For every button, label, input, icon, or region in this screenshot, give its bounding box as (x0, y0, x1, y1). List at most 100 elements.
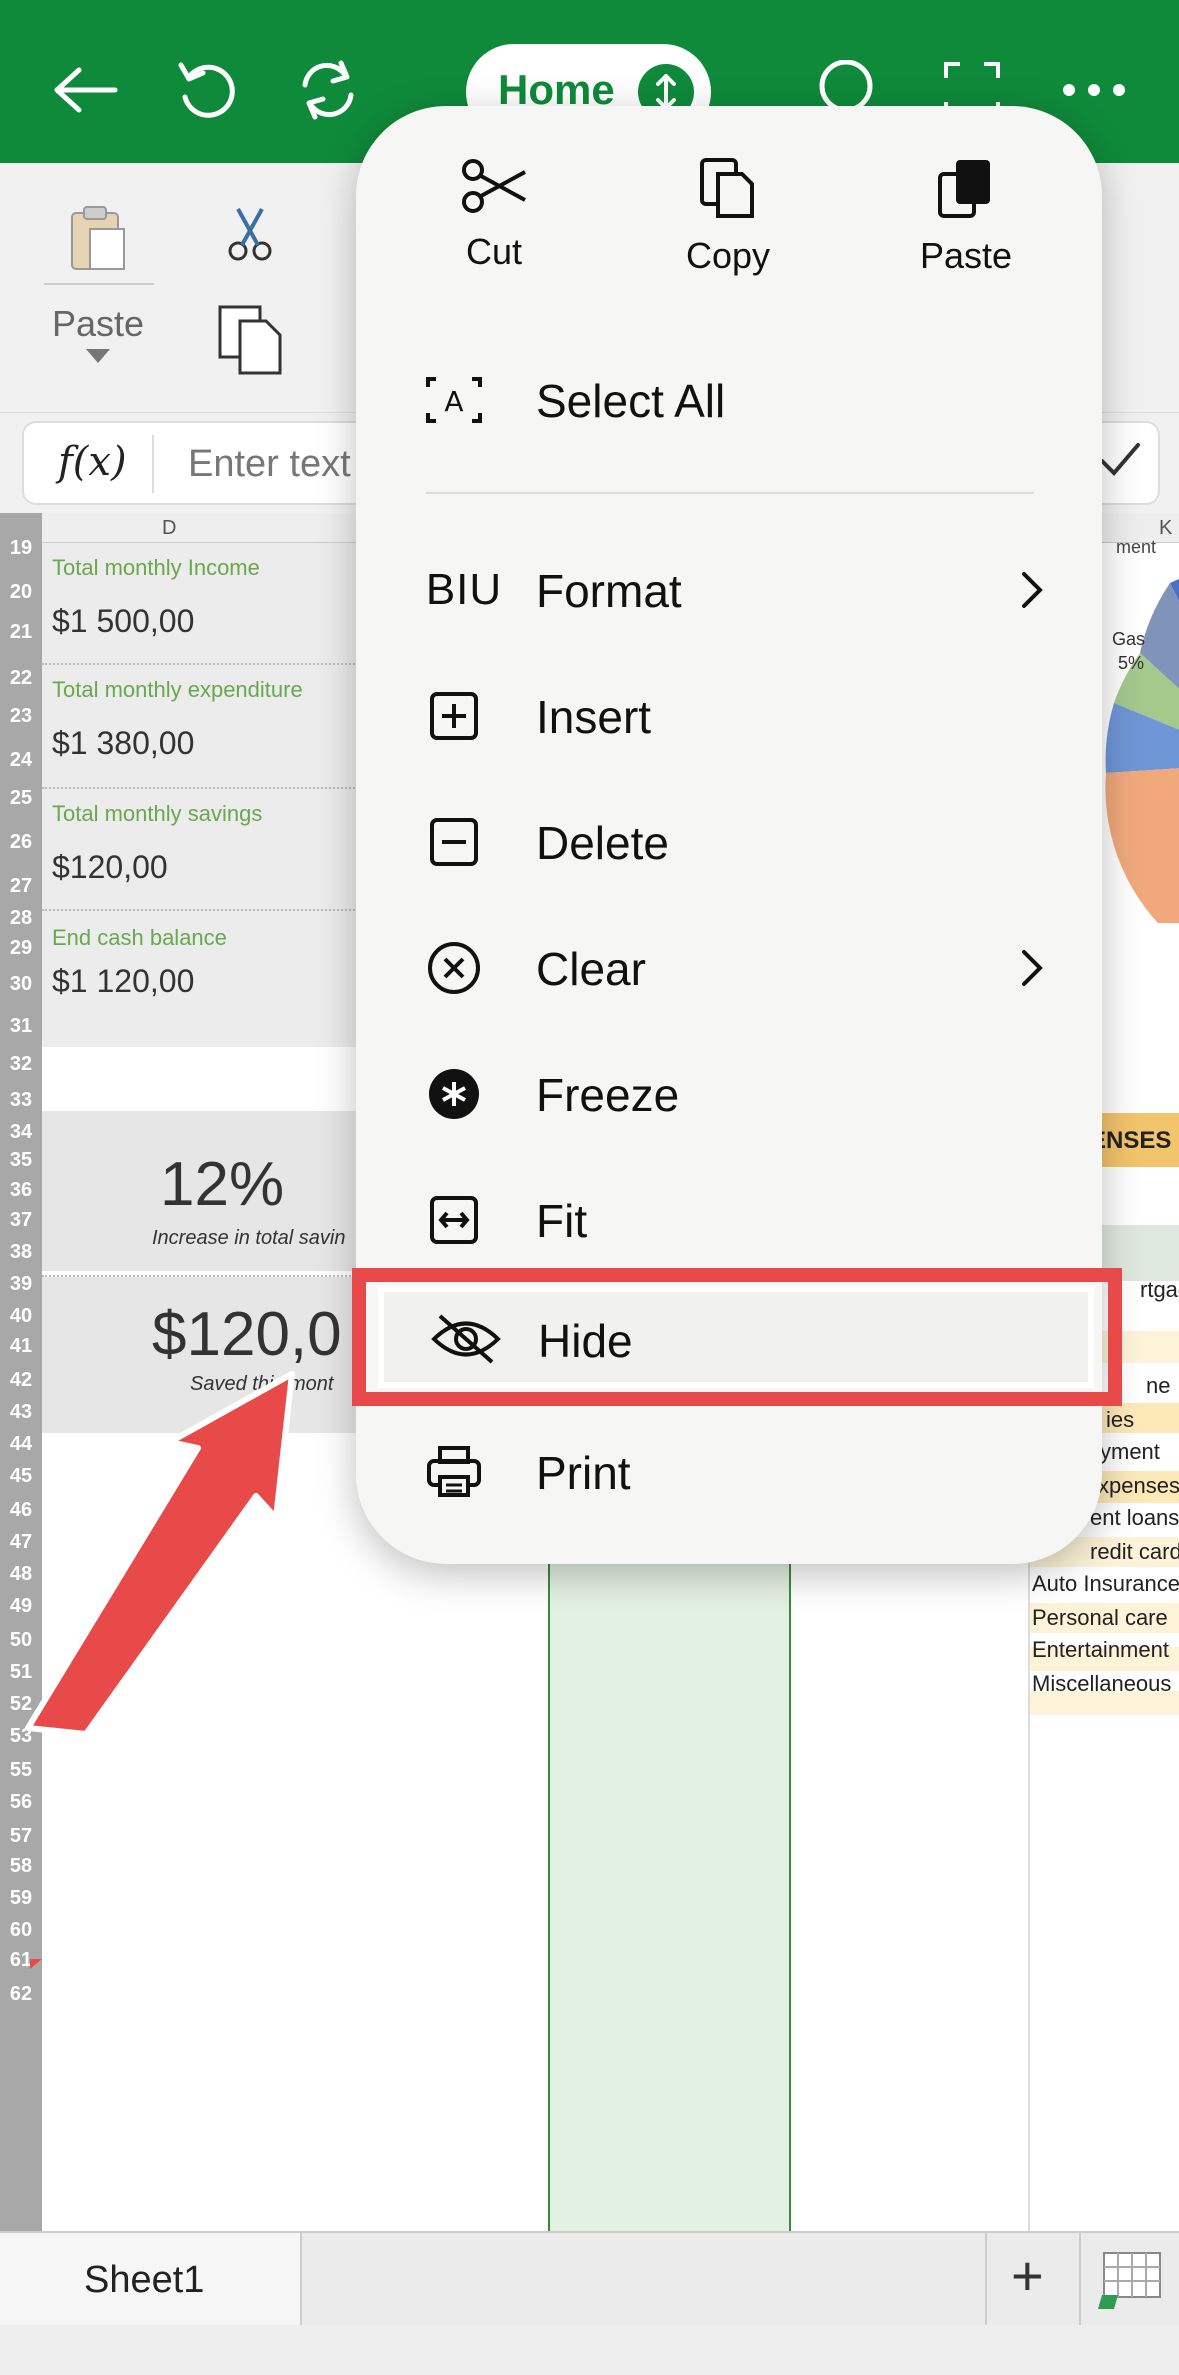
menu-item-select-all[interactable]: A Select All (356, 340, 1102, 460)
row-header[interactable]: 34 (0, 1121, 42, 1144)
chevron-right-icon (1020, 948, 1044, 993)
add-sheet-button[interactable]: + (985, 2233, 1081, 2327)
paste-label: Paste (919, 235, 1013, 276)
select-all-icon: A (424, 370, 484, 430)
menu-item-format[interactable]: BIU Format (356, 530, 1102, 650)
row-header[interactable]: 58 (0, 1855, 42, 1878)
row-header[interactable]: 59 (0, 1887, 42, 1910)
copy-label: Copy (685, 235, 771, 276)
expense-item[interactable]: Entertainment (1032, 1637, 1179, 1663)
freeze-asterisk-icon (424, 1064, 484, 1124)
summary-value[interactable]: $1 120,00 (52, 963, 194, 1000)
formula-separator (152, 435, 154, 493)
row-header[interactable]: 23 (0, 705, 42, 728)
paste-button[interactable]: Paste (866, 156, 1066, 277)
copy-button[interactable]: Copy (628, 156, 828, 277)
row-header[interactable]: 55 (0, 1759, 42, 1782)
expense-item[interactable]: Miscellaneous (1032, 1671, 1179, 1697)
sheet-tab[interactable]: Sheet1 (0, 2233, 302, 2327)
bottom-safe-area (0, 2325, 1179, 2375)
formula-input[interactable]: Enter text (188, 443, 351, 486)
row-header[interactable]: 31 (0, 1015, 42, 1038)
undo-icon[interactable] (166, 50, 246, 130)
paste-label[interactable]: Paste (52, 303, 144, 345)
expense-item[interactable]: xpenses (1098, 1473, 1179, 1499)
menu-item-delete[interactable]: Delete (356, 782, 1102, 902)
format-biu-icon: BIU (425, 565, 503, 614)
row-header[interactable]: 40 (0, 1305, 42, 1328)
menu-item-fit[interactable]: Fit (356, 1160, 1102, 1280)
column-header-d[interactable]: D (162, 517, 176, 540)
column-header-k[interactable]: K (1159, 517, 1172, 540)
cut-button[interactable]: Cut (394, 156, 594, 273)
pie-chart[interactable] (1100, 543, 1179, 943)
row-header[interactable]: 33 (0, 1089, 42, 1112)
row-header[interactable]: 39 (0, 1273, 42, 1296)
kpi-percent-value[interactable]: 12% (160, 1149, 284, 1220)
scissors-icon[interactable] (226, 205, 274, 268)
dotted-separator (42, 787, 362, 789)
row-header[interactable]: 37 (0, 1209, 42, 1232)
row-header[interactable]: 60 (0, 1919, 42, 1942)
row-header[interactable]: 25 (0, 787, 42, 810)
fit-width-icon (424, 1190, 484, 1250)
checkmark-icon[interactable] (1096, 437, 1142, 488)
row-header[interactable]: 20 (0, 581, 42, 604)
row-header[interactable]: 21 (0, 621, 42, 644)
row-header[interactable]: 24 (0, 749, 42, 772)
highlight-box (352, 1268, 1122, 1406)
grid-keyboard-icon[interactable] (1096, 2247, 1164, 2314)
expense-item[interactable]: ne (1146, 1373, 1179, 1399)
svg-text:A: A (444, 385, 463, 418)
menu-item-insert[interactable]: Insert (356, 656, 1102, 776)
row-header[interactable]: 57 (0, 1825, 42, 1848)
summary-value[interactable]: $120,00 (52, 849, 168, 886)
row-header[interactable]: 28 (0, 907, 42, 930)
back-arrow-icon[interactable] (44, 50, 124, 130)
summary-value[interactable]: $1 380,00 (52, 725, 194, 762)
menu-item-label: Insert (536, 691, 652, 743)
expense-item[interactable]: ies (1106, 1407, 1179, 1433)
comment-indicator[interactable] (30, 1959, 42, 1969)
pie-top-label: ment (1116, 537, 1157, 557)
row-header[interactable]: 26 (0, 831, 42, 854)
paste-divider (44, 283, 154, 285)
row-header[interactable]: 38 (0, 1241, 42, 1264)
function-label[interactable]: f(x) (58, 439, 127, 485)
row-header[interactable]: 56 (0, 1791, 42, 1814)
summary-value[interactable]: $1 500,00 (52, 603, 194, 640)
row-header[interactable]: 30 (0, 973, 42, 996)
menu-item-print[interactable]: Print (356, 1412, 1102, 1532)
redo-icon[interactable] (288, 50, 368, 130)
plus-square-icon (424, 686, 484, 746)
summary-label[interactable]: Total monthly Income (52, 555, 260, 581)
more-options-icon[interactable] (1054, 50, 1134, 130)
summary-label[interactable]: Total monthly expenditure (52, 677, 303, 703)
row-header[interactable]: 19 (0, 537, 42, 560)
clipboard-icon[interactable] (68, 203, 128, 278)
summary-label[interactable]: End cash balance (52, 925, 227, 951)
row-header[interactable]: 29 (0, 937, 42, 960)
chevron-right-icon (1020, 570, 1044, 615)
expense-item[interactable]: yment (1100, 1439, 1179, 1465)
row-header[interactable]: 27 (0, 875, 42, 898)
row-header[interactable]: 62 (0, 1983, 42, 2006)
row-header[interactable]: 35 (0, 1149, 42, 1172)
menu-item-freeze[interactable]: Freeze (356, 1034, 1102, 1154)
menu-item-clear[interactable]: Clear (356, 908, 1102, 1028)
row-header[interactable]: 22 (0, 667, 42, 690)
expenses-header[interactable]: ENSES (1090, 1113, 1179, 1167)
column-gridline (1028, 1513, 1030, 2231)
pointer-arrow-annotation (0, 1360, 320, 1745)
summary-label[interactable]: Total monthly savings (52, 801, 262, 827)
expense-item[interactable]: Personal care (1032, 1605, 1179, 1631)
row-header[interactable]: 32 (0, 1053, 42, 1076)
expense-item[interactable]: rtgage (1140, 1277, 1179, 1303)
row-header[interactable]: 41 (0, 1335, 42, 1358)
expense-item[interactable]: redit cards (1090, 1539, 1179, 1565)
paste-dropdown-icon[interactable] (86, 349, 110, 363)
expense-item[interactable]: Auto Insurance (1032, 1571, 1179, 1597)
expense-item[interactable]: ent loans (1090, 1505, 1179, 1531)
row-header[interactable]: 36 (0, 1179, 42, 1202)
copy-icon[interactable] (216, 303, 286, 380)
